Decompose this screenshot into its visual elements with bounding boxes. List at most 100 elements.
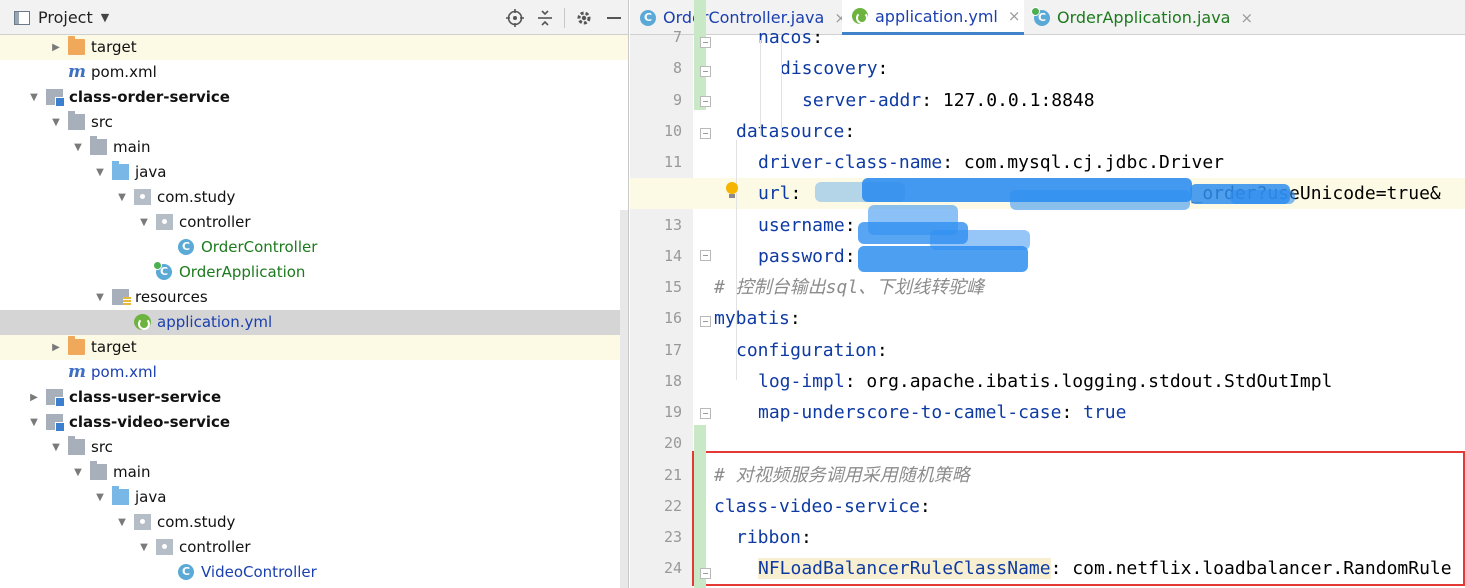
code-line[interactable]: username: xyxy=(714,210,1465,241)
yaml-separator: : xyxy=(1061,402,1084,423)
tree-item-label: controller xyxy=(179,213,251,231)
code-text: log-impl: org.apache.ibatis.logging.stdo… xyxy=(758,366,1332,397)
tree-row[interactable]: C OrderController xyxy=(0,235,628,260)
tree-row[interactable]: m pom.xml xyxy=(0,60,628,85)
project-view-selector[interactable]: Project ▼ xyxy=(14,0,109,35)
tree-row[interactable]: ▼ src xyxy=(0,435,628,460)
chevron-right-icon[interactable]: ▶ xyxy=(28,385,40,410)
code-line[interactable]: driver-class-name: com.mysql.cj.jdbc.Dri… xyxy=(714,147,1465,178)
yaml-key: driver-class-name xyxy=(758,152,943,173)
project-scrollbar[interactable] xyxy=(620,210,628,588)
yaml-key: mybatis xyxy=(714,308,790,330)
tree-item-label: target xyxy=(91,338,137,356)
code-line[interactable]: map-underscore-to-camel-case: true xyxy=(714,397,1465,428)
tree-row[interactable]: ▼ class-order-service xyxy=(0,85,628,110)
tree-row[interactable]: ▼ resources xyxy=(0,285,628,310)
code-line[interactable]: configuration: xyxy=(714,335,1465,366)
tree-row[interactable]: ▼ controller xyxy=(0,535,628,560)
fold-toggle-icon[interactable] xyxy=(700,96,711,107)
gear-icon[interactable] xyxy=(569,0,599,35)
yaml-separator: : xyxy=(789,308,801,330)
yaml-key: nacos xyxy=(758,27,813,48)
line-number: 11 xyxy=(663,153,682,171)
code-line[interactable]: server-addr: 127.0.0.1:8848 xyxy=(714,85,1465,116)
tree-item-label: VideoController xyxy=(201,563,317,581)
chevron-right-icon[interactable]: ▶ xyxy=(50,335,62,360)
line-number: 19 xyxy=(663,403,682,421)
code-text: # 控制台输出sql、下划线转驼峰 xyxy=(714,272,984,303)
code-text: nacos: xyxy=(758,22,823,53)
chevron-down-icon[interactable]: ▼ xyxy=(28,85,40,110)
vcs-change-marker[interactable] xyxy=(694,0,706,110)
fold-toggle-icon[interactable] xyxy=(700,408,711,419)
line-number: 18 xyxy=(663,371,682,390)
line-number: 17 xyxy=(663,340,682,359)
fold-toggle-icon[interactable] xyxy=(700,66,711,77)
yaml-separator: : xyxy=(844,370,867,392)
tree-row[interactable]: ▶ target xyxy=(0,335,628,360)
toolbar-divider xyxy=(564,7,565,28)
chevron-down-icon[interactable]: ▼ xyxy=(94,160,106,185)
fold-toggle-icon[interactable] xyxy=(700,37,711,48)
chevron-down-icon[interactable]: ▼ xyxy=(50,110,62,135)
tree-row[interactable]: m pom.xml xyxy=(0,360,628,385)
folder-blue-icon xyxy=(112,486,129,505)
tree-row[interactable]: ▶ target xyxy=(0,35,628,60)
code-text: datasource: xyxy=(736,116,855,147)
tree-row[interactable]: C VideoController xyxy=(0,560,628,585)
tree-item-label: src xyxy=(91,113,113,131)
yaml-key: log-impl xyxy=(758,370,845,392)
code-line[interactable]: datasource: xyxy=(714,116,1465,147)
tree-item-label: java xyxy=(135,163,167,181)
tree-row[interactable]: ▶ class-user-service xyxy=(0,385,628,410)
fold-toggle-icon[interactable] xyxy=(700,568,711,579)
module-icon xyxy=(46,89,65,107)
chevron-down-icon[interactable]: ▼ xyxy=(28,410,40,435)
fold-toggle-icon[interactable] xyxy=(700,316,711,327)
tree-item-label: com.study xyxy=(157,513,236,531)
line-number: 16 xyxy=(663,309,682,328)
code-line[interactable]: mybatis: xyxy=(714,303,1465,334)
chevron-down-icon[interactable]: ▼ xyxy=(50,435,62,460)
class-icon: C xyxy=(178,239,194,255)
chevron-right-icon[interactable]: ▶ xyxy=(50,35,62,60)
line-number: 8 xyxy=(672,59,682,78)
fold-toggle-icon[interactable] xyxy=(700,250,711,261)
chevron-down-icon[interactable]: ▼ xyxy=(72,135,84,160)
highlight-box xyxy=(692,451,1465,586)
chevron-down-icon[interactable]: ▼ xyxy=(138,210,150,235)
tree-row[interactable]: ▼ main xyxy=(0,135,628,160)
code-line[interactable]: password: xyxy=(714,241,1465,272)
tree-row[interactable]: ▼ java xyxy=(0,160,628,185)
tree-row[interactable]: ▼ controller xyxy=(0,210,628,235)
chevron-down-icon[interactable]: ▼ xyxy=(94,285,106,310)
code-line[interactable]: # 控制台输出sql、下划线转驼峰 xyxy=(714,272,1465,303)
tree-row[interactable]: ▼ com.study xyxy=(0,185,628,210)
lightbulb-icon[interactable] xyxy=(725,182,739,199)
code-line[interactable]: nacos: xyxy=(714,22,1465,53)
tree-row[interactable]: application.yml xyxy=(0,310,628,335)
locate-icon[interactable] xyxy=(500,0,530,35)
minimize-icon[interactable] xyxy=(599,0,628,35)
code-line[interactable]: log-impl: org.apache.ibatis.logging.stdo… xyxy=(714,366,1465,397)
yaml-separator: : xyxy=(790,183,813,205)
chevron-down-icon[interactable]: ▼ xyxy=(138,535,150,560)
vcs-change-marker[interactable] xyxy=(694,425,706,588)
fold-toggle-icon[interactable] xyxy=(700,128,711,139)
indent-guide xyxy=(781,40,782,140)
tree-row[interactable]: ▼ src xyxy=(0,110,628,135)
chevron-down-icon[interactable]: ▼ xyxy=(94,485,106,510)
yaml-key: server-addr xyxy=(802,89,922,111)
chevron-down-icon[interactable]: ▼ xyxy=(116,510,128,535)
tree-row[interactable]: ▼ class-video-service xyxy=(0,410,628,435)
code-line[interactable]: discovery: xyxy=(714,53,1465,84)
redaction-scribble xyxy=(1010,190,1190,210)
tree-row[interactable]: ▼ com.study xyxy=(0,510,628,535)
chevron-down-icon[interactable]: ▼ xyxy=(72,460,84,485)
tree-row[interactable]: C OrderApplication xyxy=(0,260,628,285)
chevron-down-icon[interactable]: ▼ xyxy=(116,185,128,210)
tree-row[interactable]: ▼ main xyxy=(0,460,628,485)
collapse-all-icon[interactable] xyxy=(530,0,560,35)
chevron-down-icon[interactable]: ▼ xyxy=(101,11,109,24)
tree-row[interactable]: ▼ java xyxy=(0,485,628,510)
